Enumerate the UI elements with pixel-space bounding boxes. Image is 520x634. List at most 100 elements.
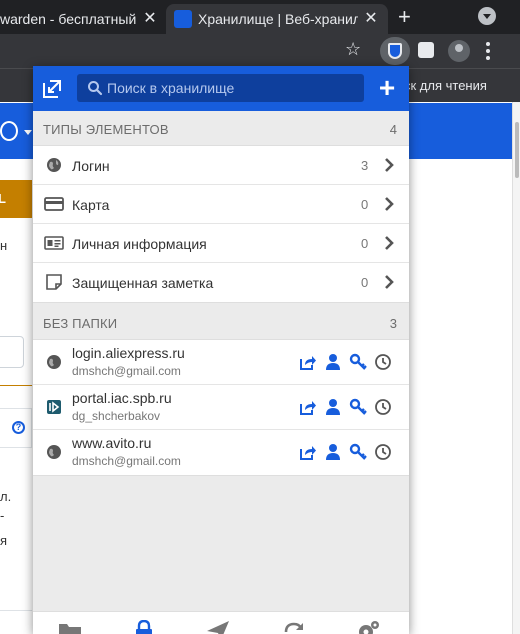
bitwarden-popup: + Типы элементов 4 Логин 3 Карта 0 [33,66,409,634]
page-input-field[interactable] [0,336,24,368]
vault-item-row[interactable]: login.aliexpress.ru dmshch@gmail.com [33,340,409,385]
caret-down-icon[interactable] [24,130,32,135]
tab-title: Хранилище | Веб-хранил [198,11,358,27]
vault-item-row[interactable]: portal.iac.spb.ru dg_shcherbakov [33,385,409,430]
tab-close-icon[interactable]: ✕ [362,10,380,28]
browser-toolbar: ☆ [0,34,520,68]
types-section-header: Типы элементов 4 [33,111,409,145]
page-text-fragment: я [0,533,8,548]
tab-title: warden - бесплатный м [0,11,136,27]
section-count: 3 [389,316,397,331]
extensions-puzzle-icon[interactable] [418,42,434,58]
item-username: dmshch@gmail.com [72,454,181,468]
popout-icon[interactable] [41,78,63,100]
bitwarden-favicon-icon [174,10,192,28]
settings-gears-icon[interactable] [355,620,381,634]
bitwarden-shield-icon [388,43,402,59]
profile-avatar-icon[interactable] [448,40,470,62]
chevron-right-icon [385,236,394,250]
page-divider [0,385,32,386]
type-label: Защищенная заметка [72,275,214,291]
vault-item-row[interactable]: www.avito.ru dmshch@gmail.com [33,430,409,475]
copy-username-icon[interactable] [324,353,342,371]
bookmark-star-icon[interactable]: ☆ [345,39,361,60]
note-icon [46,274,62,290]
item-actions [299,443,399,461]
vault-search-input[interactable] [107,78,357,98]
vault-search-box[interactable] [77,74,364,102]
browser-tab-bitwarden[interactable]: warden - бесплатный м ✕ [0,4,164,34]
item-username: dg_shcherbakov [72,409,161,423]
page-text-fragment: - [0,508,5,523]
type-row-card[interactable]: Карта 0 [33,185,409,224]
type-count: 0 [361,197,369,212]
add-item-button[interactable]: + [375,74,399,102]
type-label: Логин [72,158,110,174]
item-name: www.avito.ru [72,435,152,451]
section-count: 4 [389,122,397,137]
tab-search-icon[interactable] [478,7,496,25]
page-scrollbar[interactable] [512,102,520,634]
copy-password-key-icon[interactable] [349,398,367,416]
globe-icon [47,158,61,172]
section-title: Без папки [43,316,118,331]
page-footer [0,610,32,634]
globe-icon [47,445,61,459]
no-folder-section-header: Без папки 3 [33,305,409,339]
launch-icon[interactable] [299,398,317,416]
types-list: Логин 3 Карта 0 Личная информация 0 Защи… [33,145,409,303]
type-count: 0 [361,275,369,290]
browser-tab-strip: warden - бесплатный м ✕ Хранилище | Веб-… [0,0,520,34]
type-label: Карта [72,197,110,213]
browser-tab-vault[interactable]: Хранилище | Веб-хранил ✕ [166,4,388,34]
page-text-fragment: н [0,238,8,253]
scrollbar-thumb[interactable] [515,122,519,178]
totp-clock-icon[interactable] [374,398,392,416]
folder-icon[interactable] [57,620,83,634]
page-orange-banner[interactable]: L [0,180,32,218]
tab-close-icon[interactable]: ✕ [141,10,159,28]
globe-icon [47,355,61,369]
type-row-login[interactable]: Логин 3 [33,146,409,185]
site-favicon-icon [47,400,61,414]
new-tab-icon[interactable]: + [398,6,411,28]
page-text-fragment: л. [0,489,12,504]
popup-tab-bar [33,611,409,634]
id-card-icon [44,236,64,250]
popup-header: + [33,66,409,111]
item-name: login.aliexpress.ru [72,345,185,361]
item-name: portal.iac.spb.ru [72,390,172,406]
chevron-right-icon [385,275,394,289]
copy-password-key-icon[interactable] [349,443,367,461]
item-actions [299,353,399,371]
generator-refresh-icon[interactable] [281,620,307,634]
help-icon[interactable]: ? [12,421,25,434]
reading-list-link[interactable]: ск для чтения [404,78,487,93]
totp-clock-icon[interactable] [374,443,392,461]
browser-menu-icon[interactable] [486,42,490,60]
totp-clock-icon[interactable] [374,353,392,371]
item-username: dmshch@gmail.com [72,364,181,378]
type-count: 0 [361,236,369,251]
launch-icon[interactable] [299,353,317,371]
type-row-identity[interactable]: Личная информация 0 [33,224,409,263]
item-actions [299,398,399,416]
chevron-right-icon [385,158,394,172]
search-icon [88,81,103,96]
copy-password-key-icon[interactable] [349,353,367,371]
user-icon[interactable] [0,121,18,141]
banner-text: L [0,191,6,206]
bitwarden-extension-button[interactable] [380,37,410,65]
chevron-right-icon [385,197,394,211]
launch-icon[interactable] [299,443,317,461]
type-count: 3 [361,158,369,173]
lock-icon[interactable] [131,620,157,634]
send-icon[interactable] [205,620,231,634]
type-label: Личная информация [72,236,207,252]
vault-items-list: login.aliexpress.ru dmshch@gmail.com por… [33,339,409,476]
copy-username-icon[interactable] [324,398,342,416]
copy-username-icon[interactable] [324,443,342,461]
type-row-secure-note[interactable]: Защищенная заметка 0 [33,263,409,302]
credit-card-icon [44,197,64,211]
section-title: Типы элементов [43,122,169,137]
